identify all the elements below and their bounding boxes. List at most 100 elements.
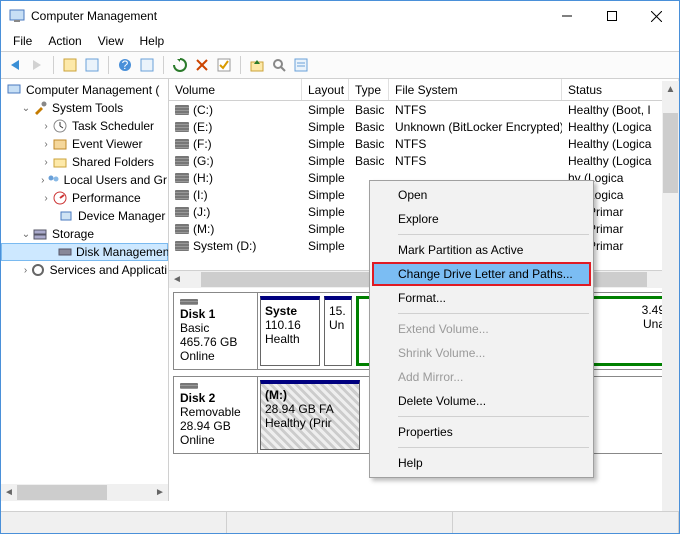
menu-bar: File Action View Help: [1, 31, 679, 51]
check-icon[interactable]: [216, 57, 232, 73]
volume-fs: NTFS: [389, 137, 562, 151]
menu-view[interactable]: View: [90, 32, 132, 50]
tree-label: Task Scheduler: [72, 119, 154, 133]
col-type[interactable]: Type: [349, 79, 389, 100]
tree-task-scheduler[interactable]: › Task Scheduler: [1, 117, 168, 135]
volume-layout: Simple: [302, 154, 349, 168]
expand-icon[interactable]: ›: [40, 157, 52, 168]
folder-icon: [52, 154, 68, 170]
disk-name: Disk 1: [180, 307, 251, 321]
services-icon: [31, 262, 46, 278]
list-icon[interactable]: [293, 57, 309, 73]
ctx-open[interactable]: Open: [372, 183, 591, 207]
volume-row[interactable]: (G:) Simple Basic NTFS Healthy (Logica: [169, 152, 679, 169]
volume-layout: Simple: [302, 239, 349, 253]
storage-icon: [32, 226, 48, 242]
tree-label: Performance: [72, 191, 141, 205]
volume-layout: Simple: [302, 137, 349, 151]
title-bar: Computer Management: [1, 1, 679, 31]
menu-action[interactable]: Action: [40, 32, 89, 50]
col-filesystem[interactable]: File System: [389, 79, 562, 100]
volume-icon: [175, 173, 189, 183]
volume-name: (I:): [193, 188, 208, 202]
properties-icon[interactable]: [84, 57, 100, 73]
disk-partition[interactable]: (M:)28.94 GB FAHealthy (Prir: [260, 380, 360, 450]
ctx-extend-volume: Extend Volume...: [372, 317, 591, 341]
volume-layout: Simple: [302, 205, 349, 219]
tree-storage[interactable]: ⌄Storage: [1, 225, 168, 243]
disk-type: Removable: [180, 405, 251, 419]
volume-row[interactable]: (E:) Simple Basic Unknown (BitLocker Enc…: [169, 118, 679, 135]
delete-icon[interactable]: [194, 57, 210, 73]
volume-type: Basic: [349, 154, 389, 168]
volume-layout: Simple: [302, 222, 349, 236]
volume-icon: [175, 156, 189, 166]
tree-label: Disk Management: [76, 245, 169, 259]
tree-event-viewer[interactable]: › Event Viewer: [1, 135, 168, 153]
content-scrollbar-vertical[interactable]: ▲: [662, 81, 679, 511]
tree-scrollbar-horizontal[interactable]: ◄►: [1, 484, 168, 501]
disk-size: 28.94 GB: [180, 419, 251, 433]
ctx-format[interactable]: Format...: [372, 286, 591, 310]
maximize-button[interactable]: [589, 1, 634, 31]
tree-label: Event Viewer: [72, 137, 142, 151]
svg-text:?: ?: [122, 58, 129, 72]
help-icon[interactable]: ?: [117, 57, 133, 73]
settings-icon[interactable]: [139, 57, 155, 73]
ctx-add-mirror: Add Mirror...: [372, 365, 591, 389]
refresh-icon[interactable]: [172, 57, 188, 73]
minimize-button[interactable]: [544, 1, 589, 31]
tree-local-users[interactable]: ›Local Users and Gr: [1, 171, 168, 189]
volume-name: System (D:): [193, 239, 256, 253]
menu-help[interactable]: Help: [132, 32, 173, 50]
ctx-properties[interactable]: Properties: [372, 420, 591, 444]
volume-icon: [175, 190, 189, 200]
collapse-icon[interactable]: ⌄: [20, 229, 32, 240]
disk-state: Online: [180, 433, 251, 447]
expand-icon[interactable]: ›: [20, 265, 31, 276]
ctx-shrink-volume: Shrink Volume...: [372, 341, 591, 365]
disk-partition[interactable]: Syste110.16Health: [260, 296, 320, 366]
tree-disk-management[interactable]: Disk Management: [1, 243, 168, 261]
volume-icon: [175, 105, 189, 115]
volume-name: (E:): [193, 120, 212, 134]
disk-info: Disk 2 Removable 28.94 GB Online: [174, 377, 258, 453]
tree-system-tools[interactable]: ⌄ System Tools: [1, 99, 168, 117]
ctx-help[interactable]: Help: [372, 451, 591, 475]
col-volume[interactable]: Volume: [169, 79, 302, 100]
tree-performance[interactable]: › Performance: [1, 189, 168, 207]
menu-file[interactable]: File: [5, 32, 40, 50]
ctx-change-drive-letter[interactable]: Change Drive Letter and Paths...: [372, 262, 591, 286]
tree-root[interactable]: Computer Management (: [1, 81, 168, 99]
ctx-explore[interactable]: Explore: [372, 207, 591, 231]
volume-row[interactable]: (F:) Simple Basic NTFS Healthy (Logica: [169, 135, 679, 152]
collapse-icon[interactable]: ⌄: [20, 103, 32, 114]
ctx-mark-active[interactable]: Mark Partition as Active: [372, 238, 591, 262]
volume-layout: Simple: [302, 103, 349, 117]
disk-info: Disk 1 Basic 465.76 GB Online: [174, 293, 258, 369]
close-button[interactable]: [634, 1, 679, 31]
col-layout[interactable]: Layout: [302, 79, 349, 100]
volume-name: (M:): [193, 222, 214, 236]
window-title: Computer Management: [31, 9, 544, 23]
volume-name: (J:): [193, 205, 210, 219]
volume-row[interactable]: (C:) Simple Basic NTFS Healthy (Boot, I: [169, 101, 679, 118]
disk-partition[interactable]: 15.Un: [324, 296, 352, 366]
up-folder-icon[interactable]: [249, 57, 265, 73]
tree-label: System Tools: [52, 101, 123, 115]
expand-icon[interactable]: ›: [40, 121, 52, 132]
navigation-tree: Computer Management ( ⌄ System Tools › Ta…: [1, 79, 169, 501]
expand-icon[interactable]: ›: [40, 139, 52, 150]
tree-shared-folders[interactable]: ›Shared Folders: [1, 153, 168, 171]
back-icon[interactable]: [7, 57, 23, 73]
ctx-delete-volume[interactable]: Delete Volume...: [372, 389, 591, 413]
tree-device-manager[interactable]: Device Manager: [1, 207, 168, 225]
show-hide-tree-icon[interactable]: [62, 57, 78, 73]
volume-layout: Simple: [302, 120, 349, 134]
volume-name: (G:): [193, 154, 214, 168]
expand-icon[interactable]: ›: [40, 193, 52, 204]
volume-icon: [175, 224, 189, 234]
tree-services[interactable]: ›Services and Applicati: [1, 261, 168, 279]
search-icon[interactable]: [271, 57, 287, 73]
context-menu: Open Explore Mark Partition as Active Ch…: [369, 180, 594, 478]
